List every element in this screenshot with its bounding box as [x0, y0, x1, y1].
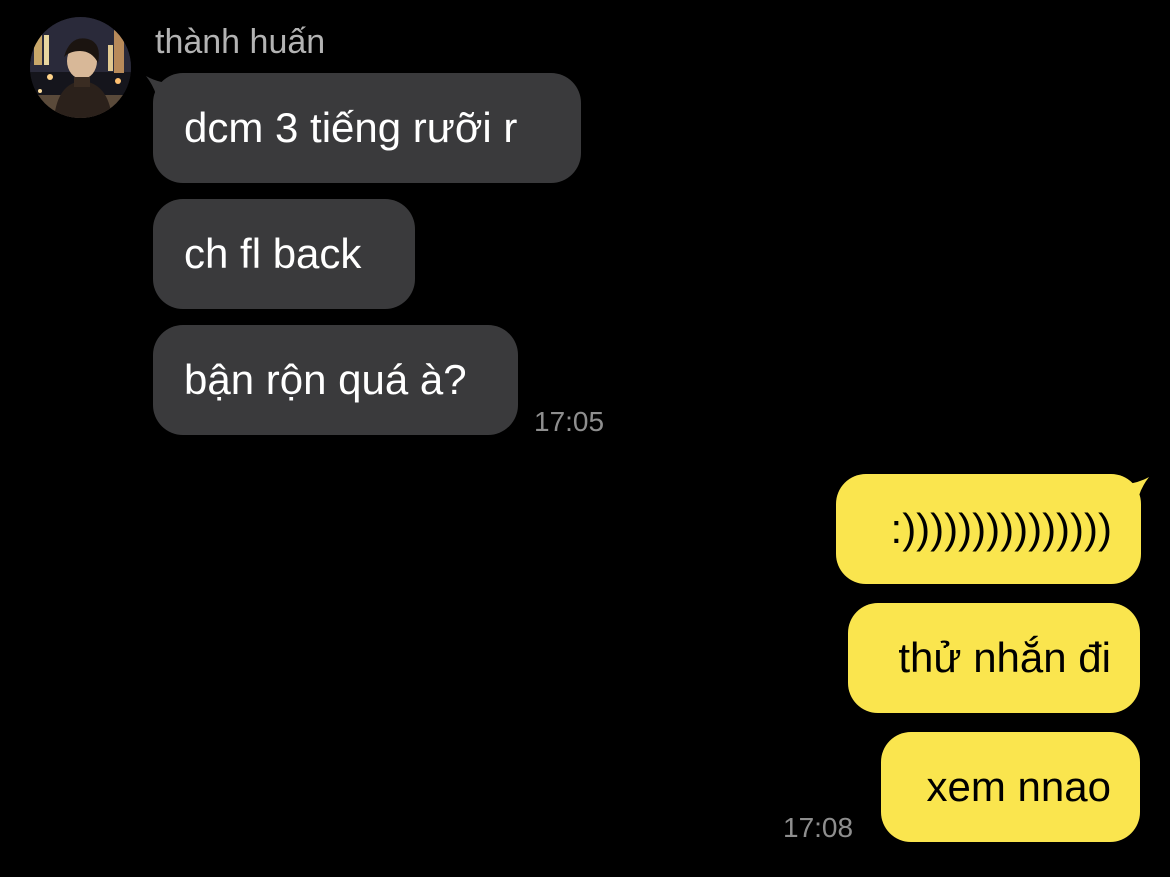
- message-text: dcm 3 tiếng rưỡi r: [184, 104, 518, 151]
- outgoing-message-bubble[interactable]: xem nnao: [881, 732, 1140, 842]
- message-text: :))))))))))))))): [890, 505, 1112, 552]
- message-text: bận rộn quá à?: [184, 356, 467, 403]
- message-text: xem nnao: [926, 763, 1111, 810]
- message-text: thử nhắn đi: [898, 634, 1111, 681]
- incoming-message-bubble[interactable]: dcm 3 tiếng rưỡi r: [153, 73, 581, 183]
- chat-view: thành huấn dcm 3 tiếng rưỡi r ch fl back…: [0, 0, 1170, 877]
- message-timestamp: 17:05: [534, 406, 605, 437]
- incoming-message-bubble[interactable]: ch fl back: [153, 199, 415, 309]
- avatar[interactable]: [30, 17, 131, 118]
- avatar-photo: [30, 17, 131, 118]
- sender-name: thành huấn: [155, 23, 326, 61]
- outgoing-message-bubble[interactable]: :))))))))))))))): [836, 474, 1141, 584]
- incoming-message-bubble[interactable]: bận rộn quá à?: [153, 325, 518, 435]
- outgoing-message-bubble[interactable]: thử nhắn đi: [848, 603, 1140, 713]
- message-text: ch fl back: [184, 230, 362, 277]
- message-timestamp: 17:08: [783, 812, 854, 843]
